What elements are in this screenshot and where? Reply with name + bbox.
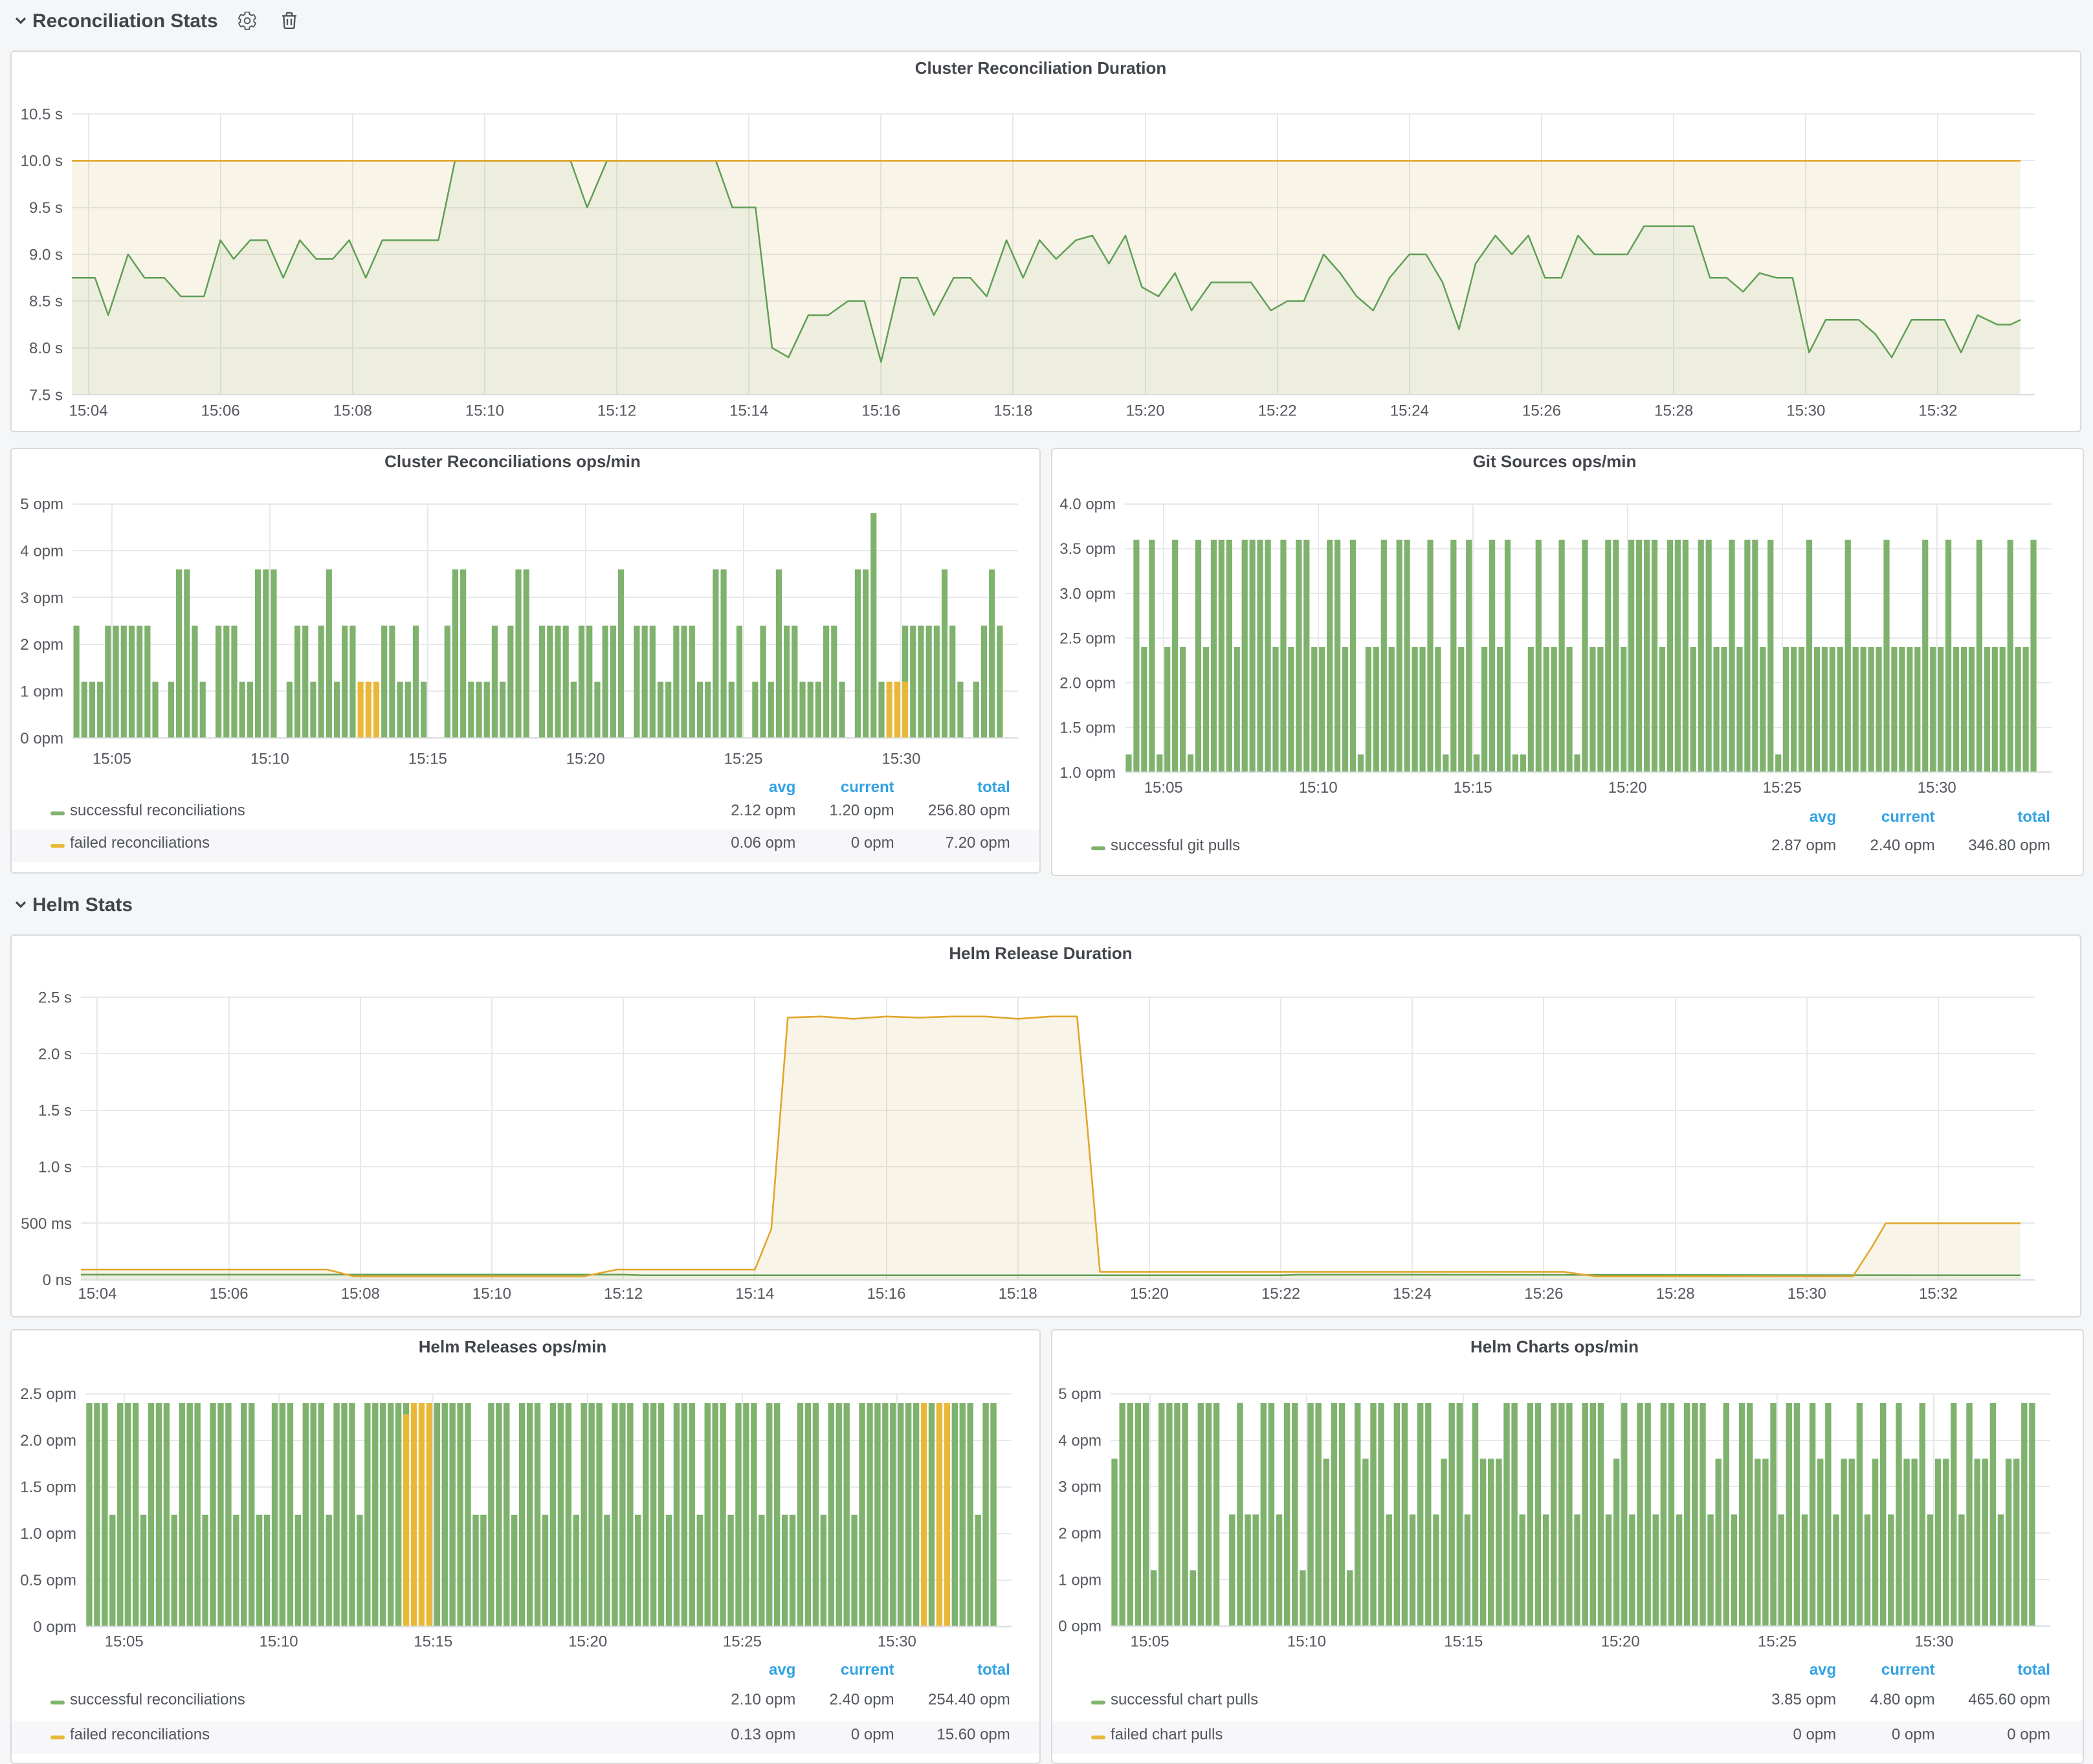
- svg-text:15:10: 15:10: [1287, 1633, 1326, 1650]
- svg-text:15:25: 15:25: [1763, 778, 1802, 796]
- svg-text:15:12: 15:12: [597, 402, 636, 419]
- svg-text:15:10: 15:10: [1299, 778, 1338, 796]
- svg-text:15:16: 15:16: [867, 1285, 905, 1303]
- svg-text:15:30: 15:30: [1786, 402, 1825, 419]
- svg-text:1.5 opm: 1.5 opm: [20, 1479, 76, 1496]
- svg-text:15:28: 15:28: [1654, 402, 1693, 419]
- svg-text:0 opm: 0 opm: [33, 1618, 76, 1636]
- svg-text:10.0 s: 10.0 s: [21, 153, 63, 170]
- svg-text:15:18: 15:18: [999, 1285, 1037, 1303]
- svg-text:15:32: 15:32: [1918, 402, 1957, 419]
- svg-text:500 ms: 500 ms: [21, 1215, 72, 1233]
- svg-text:3.5 opm: 3.5 opm: [1059, 540, 1116, 557]
- svg-text:15:25: 15:25: [724, 749, 763, 767]
- svg-text:1 opm: 1 opm: [20, 683, 63, 700]
- svg-text:5 opm: 5 opm: [20, 495, 63, 513]
- svg-text:15:14: 15:14: [735, 1285, 774, 1303]
- svg-text:15:30: 15:30: [881, 749, 920, 767]
- svg-text:4.0 opm: 4.0 opm: [1059, 495, 1116, 513]
- svg-text:15:06: 15:06: [201, 402, 240, 419]
- svg-text:15:14: 15:14: [729, 402, 768, 419]
- svg-text:15:16: 15:16: [861, 402, 900, 419]
- svg-text:0 opm: 0 opm: [1058, 1618, 1102, 1635]
- svg-text:15:32: 15:32: [1919, 1285, 1958, 1303]
- svg-text:15:08: 15:08: [333, 402, 372, 419]
- svg-text:15:25: 15:25: [1758, 1633, 1797, 1650]
- svg-text:15:04: 15:04: [78, 1285, 116, 1303]
- svg-text:1.5 opm: 1.5 opm: [1059, 719, 1116, 736]
- svg-text:4 opm: 4 opm: [1058, 1432, 1102, 1450]
- svg-text:10.5 s: 10.5 s: [21, 105, 63, 123]
- svg-text:15:04: 15:04: [69, 402, 107, 419]
- svg-text:15:30: 15:30: [1914, 1633, 1953, 1650]
- svg-text:2.5 s: 2.5 s: [38, 989, 72, 1007]
- svg-text:2.0 opm: 2.0 opm: [1059, 674, 1116, 692]
- svg-text:1.0 opm: 1.0 opm: [20, 1525, 76, 1543]
- svg-text:15:25: 15:25: [723, 1633, 762, 1650]
- svg-text:15:20: 15:20: [1601, 1633, 1640, 1650]
- svg-text:15:10: 15:10: [465, 402, 504, 419]
- svg-text:7.5 s: 7.5 s: [29, 386, 63, 404]
- svg-text:15:10: 15:10: [259, 1633, 298, 1650]
- svg-text:1 opm: 1 opm: [1058, 1571, 1102, 1589]
- svg-text:1.0 s: 1.0 s: [38, 1159, 72, 1176]
- svg-text:15:24: 15:24: [1393, 1285, 1432, 1303]
- svg-text:8.5 s: 8.5 s: [29, 293, 63, 311]
- svg-text:15:26: 15:26: [1522, 402, 1561, 419]
- svg-text:15:20: 15:20: [1126, 402, 1165, 419]
- svg-text:15:15: 15:15: [408, 749, 447, 767]
- svg-text:2.5 opm: 2.5 opm: [1059, 629, 1116, 646]
- svg-text:15:06: 15:06: [210, 1285, 249, 1303]
- svg-text:15:20: 15:20: [566, 749, 605, 767]
- svg-text:4 opm: 4 opm: [20, 542, 63, 559]
- svg-text:3 opm: 3 opm: [20, 589, 63, 606]
- svg-text:15:15: 15:15: [414, 1633, 452, 1650]
- svg-text:15:22: 15:22: [1258, 402, 1297, 419]
- svg-text:2.0 s: 2.0 s: [38, 1046, 72, 1063]
- svg-text:2.5 opm: 2.5 opm: [20, 1385, 76, 1403]
- svg-text:9.0 s: 9.0 s: [29, 246, 63, 263]
- svg-text:5 opm: 5 opm: [1058, 1385, 1102, 1403]
- svg-text:1.0 opm: 1.0 opm: [1059, 764, 1116, 781]
- svg-text:3 opm: 3 opm: [1058, 1479, 1102, 1496]
- svg-text:15:10: 15:10: [250, 749, 289, 767]
- svg-text:15:28: 15:28: [1656, 1285, 1695, 1303]
- svg-text:15:20: 15:20: [568, 1633, 607, 1650]
- svg-text:9.5 s: 9.5 s: [29, 199, 63, 217]
- svg-text:15:18: 15:18: [993, 402, 1032, 419]
- svg-text:1.5 s: 1.5 s: [38, 1102, 72, 1119]
- svg-text:2 opm: 2 opm: [1058, 1525, 1102, 1543]
- svg-text:15:24: 15:24: [1390, 402, 1429, 419]
- svg-text:15:30: 15:30: [1918, 778, 1956, 796]
- svg-text:15:05: 15:05: [1144, 778, 1183, 796]
- svg-text:8.0 s: 8.0 s: [29, 340, 63, 357]
- svg-text:15:12: 15:12: [604, 1285, 643, 1303]
- svg-text:0 opm: 0 opm: [20, 729, 63, 747]
- svg-text:15:15: 15:15: [1444, 1633, 1483, 1650]
- svg-text:0.5 opm: 0.5 opm: [20, 1572, 76, 1589]
- svg-text:15:05: 15:05: [105, 1633, 144, 1650]
- svg-text:15:30: 15:30: [878, 1633, 916, 1650]
- svg-text:15:08: 15:08: [341, 1285, 380, 1303]
- svg-text:15:30: 15:30: [1788, 1285, 1826, 1303]
- svg-text:15:20: 15:20: [1608, 778, 1647, 796]
- svg-text:15:22: 15:22: [1261, 1285, 1300, 1303]
- svg-text:15:26: 15:26: [1524, 1285, 1563, 1303]
- svg-text:2 opm: 2 opm: [20, 635, 63, 653]
- svg-text:3.0 opm: 3.0 opm: [1059, 584, 1116, 602]
- svg-text:15:20: 15:20: [1130, 1285, 1169, 1303]
- svg-text:15:10: 15:10: [472, 1285, 511, 1303]
- svg-text:0 ns: 0 ns: [43, 1272, 72, 1289]
- svg-text:15:15: 15:15: [1454, 778, 1492, 796]
- svg-text:15:05: 15:05: [1131, 1633, 1169, 1650]
- svg-text:15:05: 15:05: [93, 749, 131, 767]
- svg-text:2.0 opm: 2.0 opm: [20, 1432, 76, 1450]
